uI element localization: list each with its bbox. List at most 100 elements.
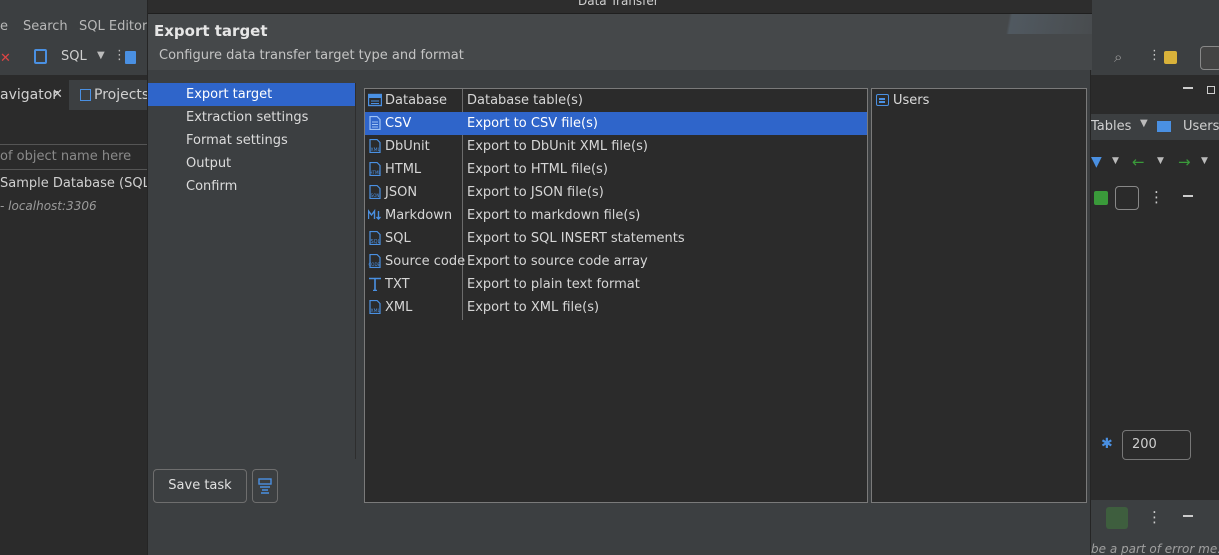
format-name: XML [385,300,413,315]
wizard-step-output[interactable]: Output [148,152,355,175]
more-icon[interactable]: ⋮ [1147,508,1162,526]
minimize-icon[interactable] [1183,195,1193,197]
chevron-down-icon[interactable]: ▼ [1140,118,1148,129]
maximize-icon[interactable] [1207,86,1215,94]
table-name: Users [893,93,930,108]
format-name: TXT [385,277,410,292]
format-name: JSON [385,185,418,200]
chevron-down-icon[interactable]: ▼ [1157,156,1164,166]
menu-item-search[interactable]: Search [23,19,68,34]
search-icon[interactable]: ⌕ [1114,48,1122,66]
avatar[interactable] [1200,46,1219,70]
format-row-txt[interactable]: TXT Export to plain text format [365,273,867,296]
sql-button[interactable]: SQL [61,49,87,64]
svg-text:XML: XML [371,308,381,314]
more-icon[interactable]: ⋮ [1148,48,1161,63]
disconnect-icon[interactable]: ✕ [0,51,11,66]
back-arrow-icon[interactable]: ← [1132,153,1145,171]
chevron-down-icon[interactable]: ▼ [1201,156,1208,166]
save-as-icon[interactable] [1115,186,1139,210]
code-file-icon: CODE [369,254,381,268]
menu-item-sql-editor[interactable]: SQL Editor [79,19,147,34]
filter-input[interactable]: of object name here [0,144,147,170]
svg-text:XML: XML [371,147,381,153]
minimize-icon[interactable] [1183,515,1193,517]
export-format-table: Database Database table(s) CSV Export to… [364,88,868,503]
script-icon[interactable] [125,51,136,64]
table-icon [876,94,889,106]
header-decoration [952,14,1092,34]
format-row-csv[interactable]: CSV Export to CSV file(s) [365,112,867,135]
svg-text:CODE: CODE [369,262,381,267]
run-icon[interactable] [1106,507,1128,529]
format-name: Markdown [385,208,453,223]
source-tables-list: Users [871,88,1087,503]
format-description: Database table(s) [467,93,584,108]
task-buttons: Save task [148,459,355,555]
sql-editor-icon[interactable] [34,49,47,64]
format-description: Export to source code array [467,254,648,269]
format-row-html[interactable]: HTML HTML Export to HTML file(s) [365,158,867,181]
tab-navigator[interactable]: avigator ✕ [0,80,69,110]
filter-icon[interactable]: ▼ [1091,154,1102,170]
task-config-icon [258,478,272,494]
format-row-json[interactable]: JSON JSON Export to JSON file(s) [365,181,867,204]
close-icon[interactable]: ✕ [52,80,63,110]
format-row-source-code[interactable]: CODE Source code Export to source code a… [365,250,867,273]
format-row-xml[interactable]: XML XML Export to XML file(s) [365,296,867,319]
wizard-step-format-settings[interactable]: Format settings [148,129,355,152]
format-name: CSV [385,116,412,131]
minimize-icon[interactable] [1183,87,1193,89]
tree-item-host[interactable]: - localhost:3306 [0,199,97,213]
navigator-panel: of object name here Sample Database (SQL… [0,110,167,555]
tab-label: Projects [94,87,150,103]
format-description: Export to markdown file(s) [467,208,641,223]
tab-projects[interactable]: Projects [78,80,150,110]
format-description: Export to SQL INSERT statements [467,231,685,246]
wizard-step-extraction-settings[interactable]: Extraction settings [148,106,355,129]
forward-arrow-icon[interactable]: → [1178,153,1191,171]
tab-tables[interactable]: Tables [1091,119,1131,134]
nav-divider [355,83,356,459]
output-panel: ⋮ be a part of error me. [1091,500,1219,555]
format-name: HTML [385,162,422,177]
sql-file-icon: SQL [369,231,381,245]
html-file-icon: HTML [369,162,382,176]
svg-text:HTML: HTML [370,170,382,175]
wizard-step-confirm[interactable]: Confirm [148,175,355,198]
table-item-users[interactable]: Users [872,89,1086,112]
extensions-icon[interactable] [1164,51,1177,64]
tab-label: avigator [0,87,59,103]
navigator-tabs: avigator ✕ Projects [0,80,150,110]
editor-toolbar: ▼ ▼ ← ▼ → ▼ [1091,148,1219,176]
page-title: Export target [154,22,268,40]
csv-file-icon [369,116,381,130]
format-description: Export to JSON file(s) [467,185,604,200]
svg-text:SQL: SQL [371,239,381,245]
xml-file-icon: XML [369,300,381,314]
table-icon [1157,121,1171,132]
wizard-step-export-target[interactable]: Export target [148,83,355,106]
markdown-icon [368,208,381,220]
save-icon[interactable] [1094,191,1108,205]
chevron-down-icon[interactable]: ▼ [1112,156,1119,166]
menu-item-file[interactable]: e [0,19,8,34]
format-row-dbunit[interactable]: XML DbUnit Export to DbUnit XML file(s) [365,135,867,158]
dialog-header: Export target Configure data transfer ta… [148,14,1092,70]
database-table-icon [368,93,382,107]
format-row-database[interactable]: Database Database table(s) [365,89,867,112]
format-row-markdown[interactable]: Markdown Export to markdown file(s) [365,204,867,227]
chevron-down-icon[interactable]: ▼ [97,50,105,61]
dialog-window-title: Data Transfer [578,0,659,8]
task-config-button[interactable] [252,469,278,503]
tab-users[interactable]: Users [1183,119,1219,134]
more-icon[interactable]: ⋮ [1149,188,1164,206]
page-description: Configure data transfer target type and … [159,48,464,63]
tree-item-database[interactable]: Sample Database (SQLite [0,176,167,191]
gear-icon[interactable]: ✱ [1101,436,1113,452]
json-file-icon: JSON [369,185,381,199]
format-row-sql[interactable]: SQL SQL Export to SQL INSERT statements [365,227,867,250]
format-description: Export to DbUnit XML file(s) [467,139,648,154]
save-task-button[interactable]: Save task [153,469,247,503]
result-limit-input[interactable]: 200 [1122,430,1191,460]
